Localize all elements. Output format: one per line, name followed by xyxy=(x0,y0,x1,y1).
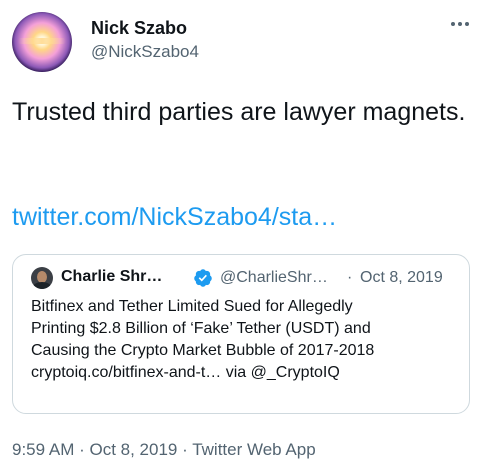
avatar-body xyxy=(33,282,51,289)
author-handle[interactable]: @NickSzabo4 xyxy=(91,42,199,62)
quoted-text-line: cryptoiq.co/bitfinex-and-t… via @_Crypto… xyxy=(31,364,340,381)
avatar-glow xyxy=(18,38,66,44)
quoted-date[interactable]: Oct 8, 2019 xyxy=(360,269,443,287)
quoted-author-name[interactable]: Charlie Shr… xyxy=(61,268,162,286)
author-name[interactable]: Nick Szabo xyxy=(91,18,187,39)
tweet-link[interactable]: twitter.com/NickSzabo4/sta… xyxy=(12,203,337,232)
tweet-text: Trusted third parties are lawyer magnets… xyxy=(12,98,466,126)
tweet-source[interactable]: Twitter Web App xyxy=(192,440,315,459)
quoted-tweet-card[interactable]: Charlie Shr… @CharlieShr… · Oct 8, 2019 … xyxy=(12,254,470,414)
quoted-separator: · xyxy=(347,269,353,286)
footer-separator: · xyxy=(177,440,193,459)
quoted-tweet-text: Bitfinex and Tether Limited Sued for All… xyxy=(31,296,461,384)
quoted-author-avatar[interactable] xyxy=(31,267,53,289)
more-options-glyph xyxy=(451,22,469,26)
verified-badge-icon xyxy=(194,269,212,287)
footer-separator: · xyxy=(74,440,90,459)
tweet-metadata: 9:59 AM · Oct 8, 2019 · Twitter Web App xyxy=(12,440,316,460)
tweet-time[interactable]: 9:59 AM xyxy=(12,440,74,459)
quoted-text-line: Bitfinex and Tether Limited Sued for All… xyxy=(31,298,353,315)
author-avatar[interactable] xyxy=(12,12,72,72)
more-options-icon[interactable] xyxy=(448,14,472,34)
tweet-date[interactable]: Oct 8, 2019 xyxy=(89,440,177,459)
quoted-author-handle[interactable]: @CharlieShr… xyxy=(220,269,328,287)
quoted-text-line: Printing $2.8 Billion of ‘Fake’ Tether (… xyxy=(31,320,371,337)
quoted-text-line: Causing the Crypto Market Bubble of 2017… xyxy=(31,342,375,359)
